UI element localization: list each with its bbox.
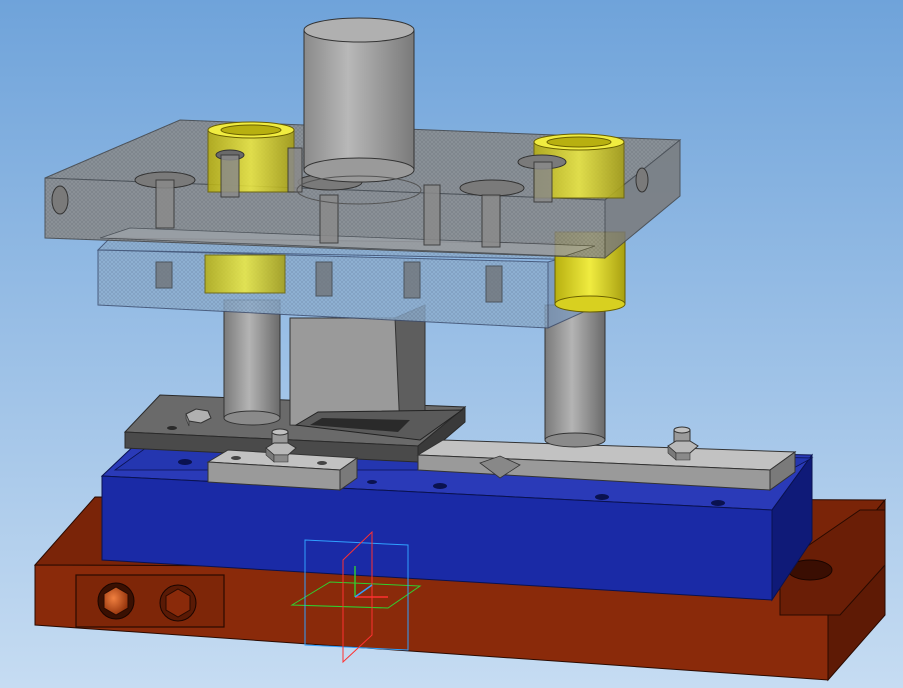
guide-pillar-right[interactable] [544,304,606,448]
shank[interactable] [296,17,422,205]
socket-bolt-left[interactable] [97,582,135,620]
socket-bolt-right[interactable] [159,584,197,622]
die-set-assembly-model[interactable] [0,0,903,688]
guide-pillar-left[interactable] [223,299,281,426]
guide-bushing-left-lower[interactable] [204,254,286,294]
cad-3d-viewport[interactable] [0,0,903,688]
